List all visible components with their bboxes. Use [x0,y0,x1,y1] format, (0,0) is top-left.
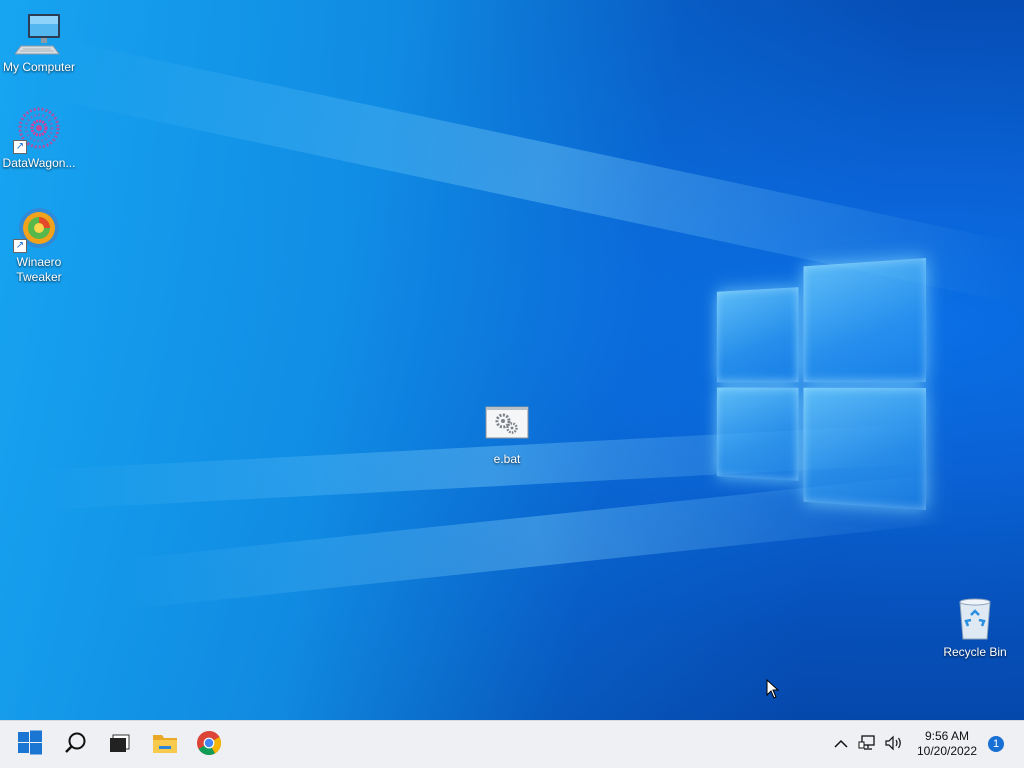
taskbar: 9:56 AM 10/20/2022 [0,720,1024,768]
tray-network-button[interactable] [856,721,880,769]
windows-wallpaper-logo [716,258,926,510]
tray-chevron-button[interactable] [830,721,852,769]
datawagon-icon: ↗ [13,106,63,154]
file-explorer-icon [151,729,179,762]
volume-icon [884,734,904,757]
desktop-icon-e-bat[interactable]: e.bat [469,402,545,467]
tray-volume-button[interactable] [882,721,906,769]
task-view-button[interactable] [98,721,142,769]
desktop-icon-label: DataWagon... [2,156,76,170]
desktop-icon-datawagon[interactable]: ↗ DataWagon... [1,106,77,171]
windows-start-icon [16,729,44,762]
taskbar-chrome[interactable] [187,721,231,769]
network-icon [858,734,878,757]
desktop[interactable]: My Computer ↗ DataWagon... ↗ Winaero Twe… [0,0,1024,720]
winaero-tweaker-icon: ↗ [13,205,63,253]
chrome-icon [196,730,222,761]
desktop-icon-winaero-tweaker[interactable]: ↗ Winaero Tweaker [1,205,77,285]
clock-time: 9:56 AM [924,729,970,743]
search-icon [63,730,89,761]
clock-date: 10/20/2022 [916,744,978,758]
logo-pane [803,258,926,383]
computer-icon [14,10,63,58]
desktop-icon-label: Recycle Bin [943,645,1007,659]
desktop-icon-recycle-bin[interactable]: Recycle Bin [937,595,1013,660]
start-button[interactable] [8,721,52,769]
taskbar-file-explorer[interactable] [143,721,187,769]
notification-center-badge[interactable]: 1 [988,736,1004,752]
logo-pane [716,387,799,481]
desktop-icon-my-computer[interactable]: My Computer [1,10,77,75]
shortcut-arrow-icon: ↗ [13,239,27,253]
batch-file-icon [483,402,531,450]
logo-pane [716,287,799,383]
shortcut-arrow-icon: ↗ [13,140,27,154]
tray-clock[interactable]: 9:56 AM 10/20/2022 [912,729,982,759]
chevron-up-icon [834,736,848,754]
recycle-bin-icon [951,595,999,643]
task-view-icon [107,730,133,761]
search-button[interactable] [54,721,98,769]
desktop-icon-label: My Computer [2,60,76,74]
mouse-cursor-icon [766,678,780,699]
logo-pane [803,387,926,510]
desktop-icon-label: e.bat [493,452,521,466]
desktop-icon-label: Winaero Tweaker [16,255,62,284]
